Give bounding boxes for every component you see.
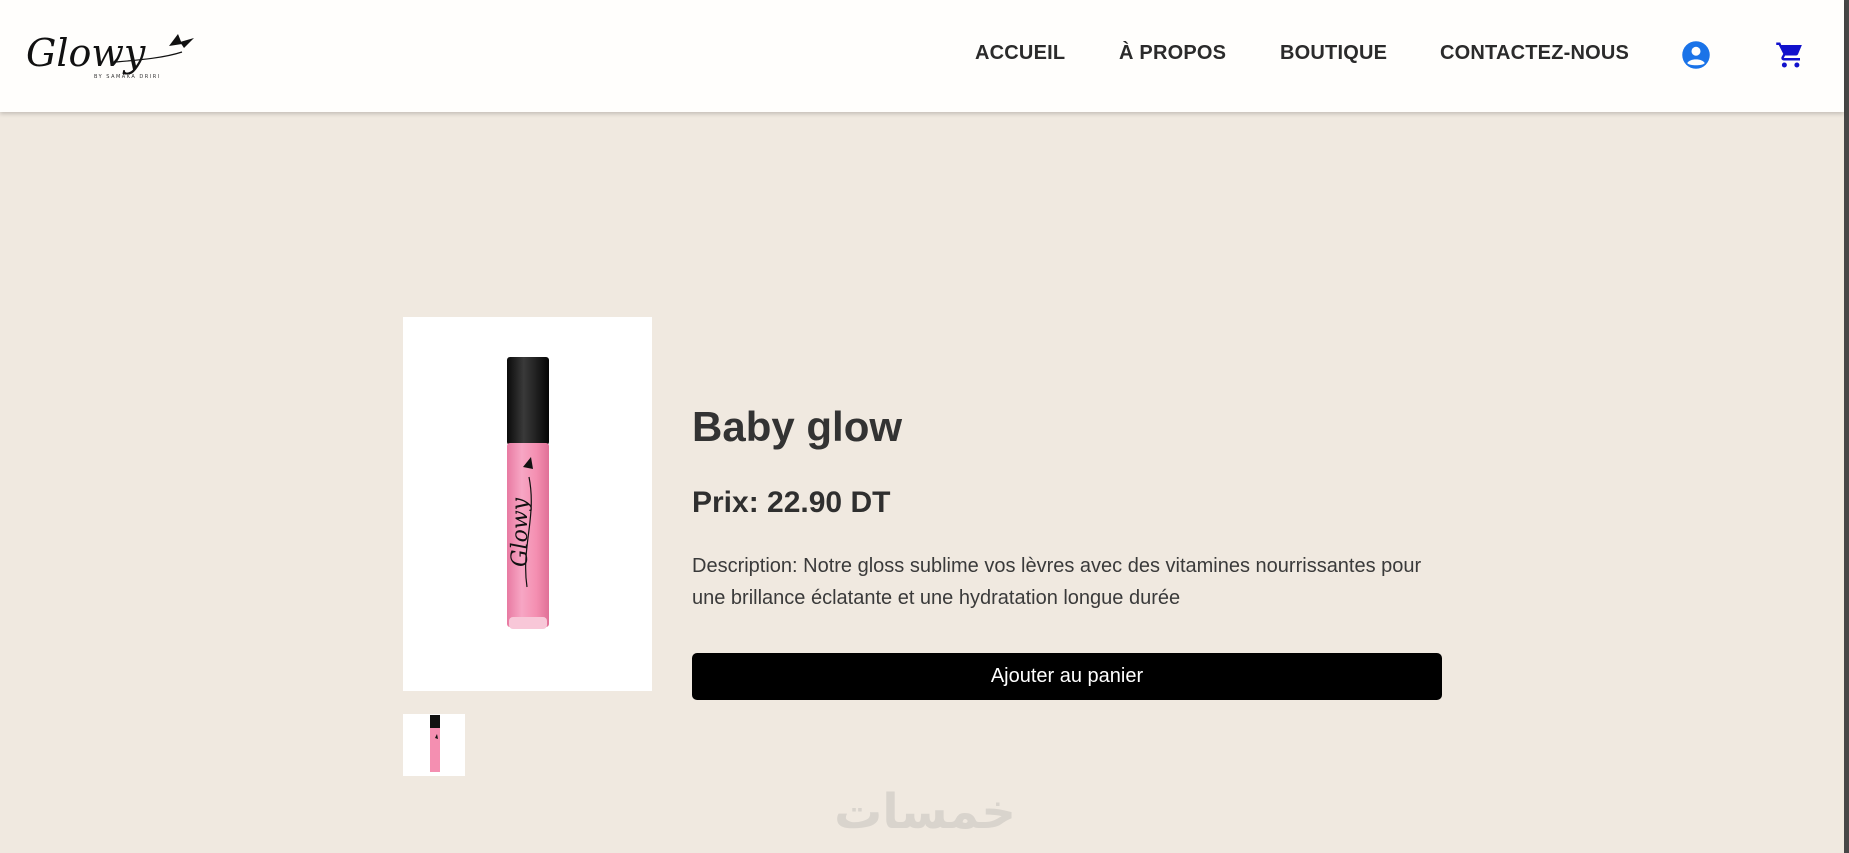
- product-price: Prix: 22.90 DT: [692, 486, 891, 519]
- site-header: Glowy BY SAMAKA DRIRI ACCUEIL À PROPOS B…: [0, 0, 1844, 112]
- svg-text:Glowy: Glowy: [508, 497, 533, 567]
- svg-text:خمسات: خمسات: [834, 784, 1016, 840]
- cart-button[interactable]: [1775, 40, 1805, 70]
- product-main-image[interactable]: Glowy: [403, 317, 652, 691]
- window-edge: [1844, 0, 1849, 853]
- product-title: Baby glow: [692, 403, 903, 450]
- watermark-logo: خمسات: [834, 784, 1016, 840]
- svg-text:Glowy: Glowy: [26, 31, 146, 75]
- add-to-cart-button[interactable]: Ajouter au panier: [692, 653, 1442, 700]
- lip-gloss-thumbnail-image: [430, 715, 440, 772]
- nav-link-boutique[interactable]: BOUTIQUE: [1280, 42, 1387, 65]
- shopping-cart-icon: [1776, 42, 1802, 68]
- product-description: Description: Notre gloss sublime vos lèv…: [692, 555, 1422, 609]
- nav-link-contactez-nous[interactable]: CONTACTEZ-NOUS: [1440, 42, 1629, 65]
- product-thumbnail[interactable]: [403, 714, 465, 776]
- watermark: خمسات: [810, 782, 1040, 842]
- glowy-logo-image: Glowy BY SAMAKA DRIRI: [26, 31, 194, 80]
- nav-link-a-propos[interactable]: À PROPOS: [1119, 42, 1226, 65]
- site-logo[interactable]: Glowy BY SAMAKA DRIRI: [24, 22, 194, 88]
- nav-link-accueil[interactable]: ACCUEIL: [975, 42, 1065, 65]
- account-circle-icon: [1682, 41, 1710, 69]
- svg-text:BY SAMAKA DRIRI: BY SAMAKA DRIRI: [94, 74, 161, 80]
- lip-gloss-image: Glowy: [507, 357, 549, 629]
- account-button[interactable]: [1681, 40, 1711, 70]
